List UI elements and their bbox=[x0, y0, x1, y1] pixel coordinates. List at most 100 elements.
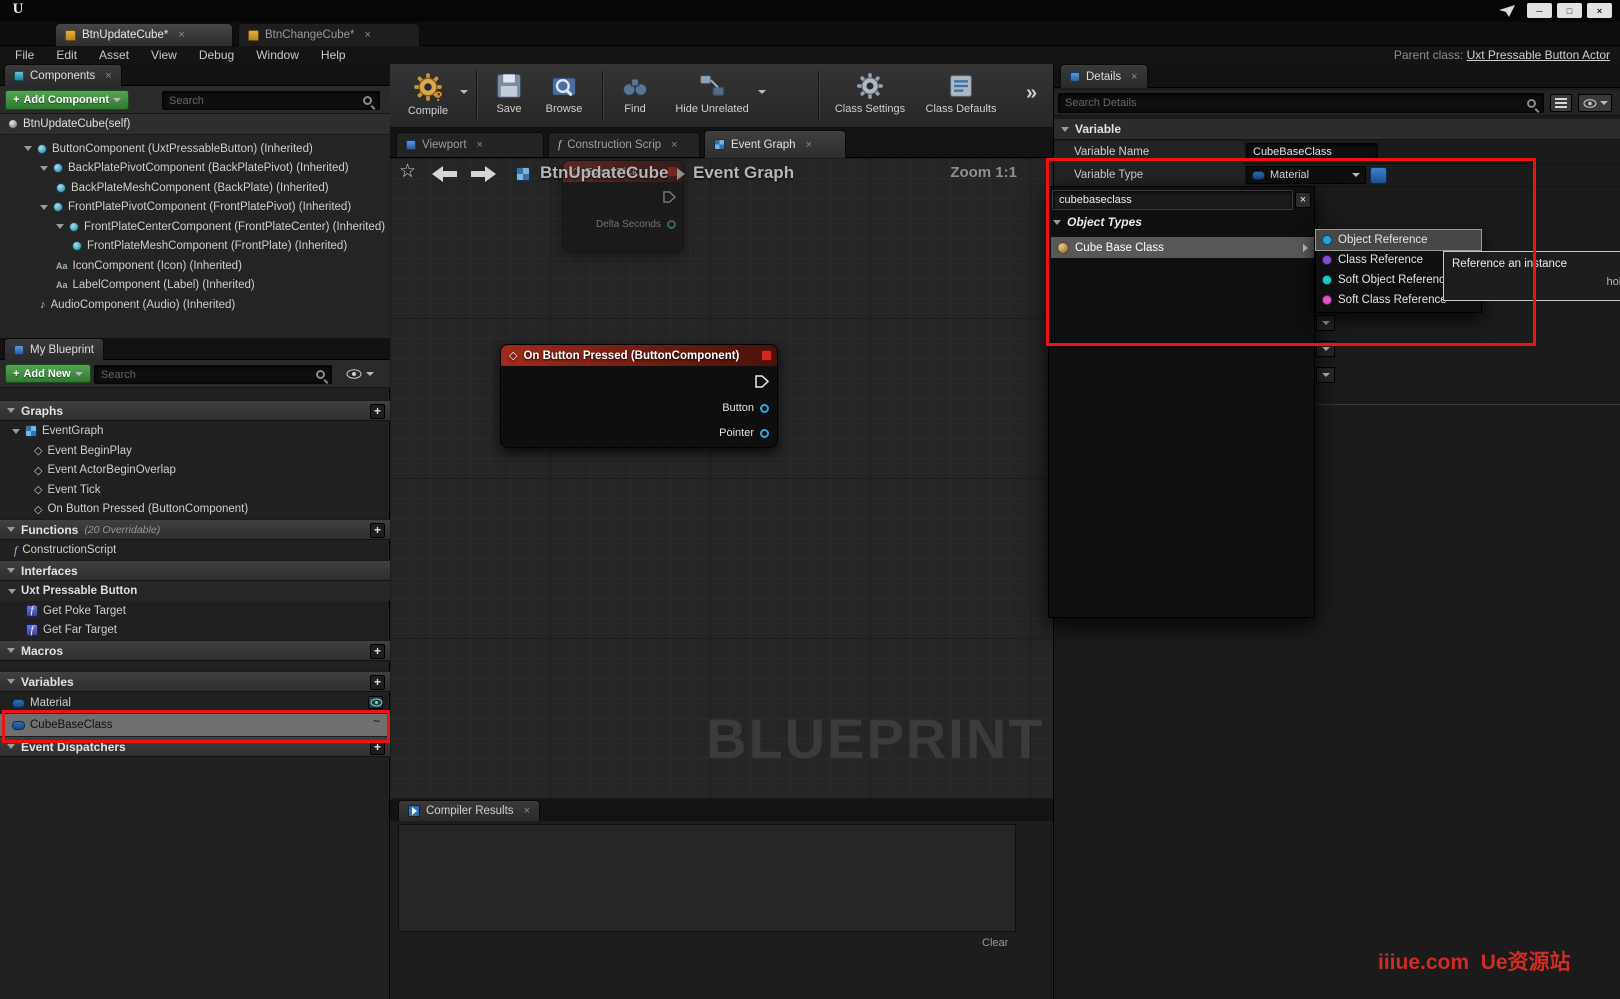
component-tree-item[interactable]: ♪ AudioComponent (Audio) (Inherited) bbox=[0, 295, 390, 315]
hide-unrelated-chevron[interactable] bbox=[758, 90, 766, 94]
details-visibility-button[interactable] bbox=[1578, 94, 1612, 112]
container-type-button[interactable] bbox=[1370, 167, 1387, 184]
submenu-item-object-reference[interactable]: Object Reference bbox=[1316, 230, 1481, 250]
collapsed-combo-arrow[interactable] bbox=[1316, 341, 1335, 357]
add-variable-button[interactable]: + bbox=[370, 675, 385, 690]
nav-back-arrow[interactable] bbox=[430, 165, 458, 183]
clear-search-button[interactable]: × bbox=[1295, 192, 1311, 208]
class-settings-button[interactable]: Class Settings bbox=[830, 72, 910, 115]
close-button[interactable]: × bbox=[1587, 3, 1612, 18]
event-item[interactable]: ◇ On Button Pressed (ButtonComponent) bbox=[0, 500, 390, 520]
asset-tab-btnchangecube[interactable]: BtnChangeCube* × bbox=[238, 23, 420, 46]
compiler-log-area[interactable] bbox=[398, 824, 1016, 932]
event-graph-item[interactable]: EventGraph bbox=[0, 421, 390, 441]
on-button-pressed-node[interactable]: ◇ On Button Pressed (ButtonComponent) Bu… bbox=[500, 344, 778, 448]
menu-debug[interactable]: Debug bbox=[199, 48, 234, 62]
variables-header[interactable]: Variables + bbox=[0, 671, 390, 692]
macros-header[interactable]: Macros + bbox=[0, 640, 390, 661]
button-out-pin[interactable]: Button bbox=[722, 402, 769, 414]
add-function-button[interactable]: + bbox=[370, 523, 385, 538]
expander-icon[interactable] bbox=[24, 146, 32, 151]
compile-options-chevron[interactable] bbox=[460, 90, 468, 94]
event-item[interactable]: ◇ Event BeginPlay bbox=[0, 441, 390, 461]
pointer-out-pin[interactable]: Pointer bbox=[719, 427, 769, 439]
menu-window[interactable]: Window bbox=[256, 48, 299, 62]
component-tree-item[interactable]: Aa LabelComponent (Label) (Inherited) bbox=[0, 276, 390, 296]
interface-function-item[interactable]: f Get Poke Target bbox=[0, 601, 390, 621]
event-item[interactable]: ◇ Event ActorBeginOverlap bbox=[0, 461, 390, 481]
tab-close-icon[interactable]: × bbox=[524, 805, 530, 817]
collapsed-combo-arrow[interactable] bbox=[1316, 367, 1335, 383]
component-tree-item[interactable]: BackPlateMeshComponent (BackPlate) (Inhe… bbox=[0, 178, 390, 198]
menu-view[interactable]: View bbox=[151, 48, 177, 62]
component-root-item[interactable]: BtnUpdateCube(self) bbox=[0, 114, 390, 135]
tab-close-icon[interactable]: × bbox=[477, 139, 483, 151]
bookmark-star-icon[interactable]: ☆ bbox=[399, 160, 416, 183]
hide-unrelated-button[interactable]: Hide Unrelated bbox=[666, 72, 758, 115]
exec-out-pin[interactable] bbox=[755, 375, 769, 388]
details-view-options-button[interactable] bbox=[1550, 94, 1572, 112]
breadcrumb-root[interactable]: BtnUpdateCube bbox=[540, 163, 668, 183]
minimize-button[interactable]: ─ bbox=[1527, 3, 1552, 18]
maximize-button[interactable]: □ bbox=[1557, 3, 1582, 18]
event-dispatchers-header[interactable]: Event Dispatchers + bbox=[0, 736, 390, 757]
parent-class-link[interactable]: Uxt Pressable Button Actor bbox=[1467, 48, 1610, 62]
graphs-header[interactable]: Graphs + bbox=[0, 400, 390, 421]
tab-close-icon[interactable]: × bbox=[806, 139, 812, 151]
expander-icon[interactable] bbox=[12, 429, 20, 434]
component-tree-item[interactable]: BackPlatePivotComponent (BackPlatePivot)… bbox=[0, 159, 390, 179]
menu-file[interactable]: File bbox=[15, 48, 34, 62]
menu-help[interactable]: Help bbox=[321, 48, 346, 62]
breadcrumb-current[interactable]: Event Graph bbox=[693, 163, 794, 183]
add-event-dispatcher-button[interactable]: + bbox=[370, 740, 385, 755]
visibility-filter-button[interactable] bbox=[340, 364, 380, 384]
object-types-category[interactable]: Object Types bbox=[1053, 215, 1142, 229]
asset-tab-btnupdatecube[interactable]: BtnUpdateCube* × bbox=[55, 23, 233, 46]
details-search-input[interactable] bbox=[1058, 93, 1544, 113]
delta-seconds-pin[interactable]: Delta Seconds bbox=[596, 219, 676, 230]
variable-type-dropdown[interactable]: Material bbox=[1246, 166, 1366, 184]
save-button[interactable]: Save bbox=[486, 72, 532, 115]
type-picker-item-cubebaseclass[interactable]: Cube Base Class bbox=[1051, 237, 1314, 258]
collapsed-combo-arrow[interactable] bbox=[1316, 315, 1335, 331]
class-defaults-button[interactable]: Class Defaults bbox=[920, 72, 1002, 115]
variable-item-cubebaseclass[interactable]: CubeBaseClass ~ bbox=[0, 714, 390, 736]
type-picker-search-input[interactable] bbox=[1052, 190, 1293, 210]
expander-icon[interactable] bbox=[40, 205, 48, 210]
tab-event-graph[interactable]: Event Graph × bbox=[704, 130, 846, 158]
expander-icon[interactable] bbox=[56, 224, 64, 229]
tab-details[interactable]: Details × bbox=[1060, 64, 1148, 88]
menu-asset[interactable]: Asset bbox=[99, 48, 129, 62]
variable-visibility-icon[interactable] bbox=[368, 696, 383, 709]
my-blueprint-search-input[interactable] bbox=[94, 365, 332, 384]
variable-item-material[interactable]: Material bbox=[0, 692, 390, 714]
tab-construction-script[interactable]: f Construction Scrip × bbox=[548, 132, 700, 157]
add-macro-button[interactable]: + bbox=[370, 644, 385, 659]
interface-function-item[interactable]: f Get Far Target bbox=[0, 621, 390, 641]
browse-button[interactable]: Browse bbox=[538, 72, 590, 115]
component-tree-item[interactable]: FrontPlateMeshComponent (FrontPlate) (In… bbox=[0, 237, 390, 257]
expander-icon[interactable] bbox=[40, 166, 48, 171]
add-component-button[interactable]: + Add Component bbox=[5, 90, 129, 110]
tab-close-icon[interactable]: × bbox=[105, 70, 111, 82]
tab-close-icon[interactable]: × bbox=[365, 29, 371, 41]
nav-forward-arrow[interactable] bbox=[470, 165, 498, 183]
clear-log-button[interactable]: Clear bbox=[982, 937, 1008, 949]
menu-edit[interactable]: Edit bbox=[56, 48, 77, 62]
compile-button[interactable]: ? Compile bbox=[398, 72, 458, 117]
interfaces-header[interactable]: Interfaces bbox=[0, 560, 390, 581]
component-tree-item[interactable]: FrontPlatePivotComponent (FrontPlatePivo… bbox=[0, 198, 390, 218]
variable-section-header[interactable]: Variable bbox=[1054, 118, 1620, 140]
add-graph-button[interactable]: + bbox=[370, 404, 385, 419]
functions-header[interactable]: Functions (20 Overridable) + bbox=[0, 519, 390, 540]
components-search-input[interactable] bbox=[162, 91, 380, 110]
component-tree-item[interactable]: Aa IconComponent (Icon) (Inherited) bbox=[0, 256, 390, 276]
tab-viewport[interactable]: Viewport × bbox=[396, 132, 544, 157]
interface-group-item[interactable]: Uxt Pressable Button bbox=[0, 581, 390, 601]
construction-script-item[interactable]: f ConstructionScript bbox=[0, 540, 390, 560]
find-button[interactable]: Find bbox=[612, 72, 658, 115]
tab-close-icon[interactable]: × bbox=[671, 139, 677, 151]
toolbar-overflow-chevron[interactable]: » bbox=[1026, 82, 1037, 105]
tab-close-icon[interactable]: × bbox=[178, 29, 184, 41]
add-new-button[interactable]: + Add New bbox=[5, 364, 91, 383]
